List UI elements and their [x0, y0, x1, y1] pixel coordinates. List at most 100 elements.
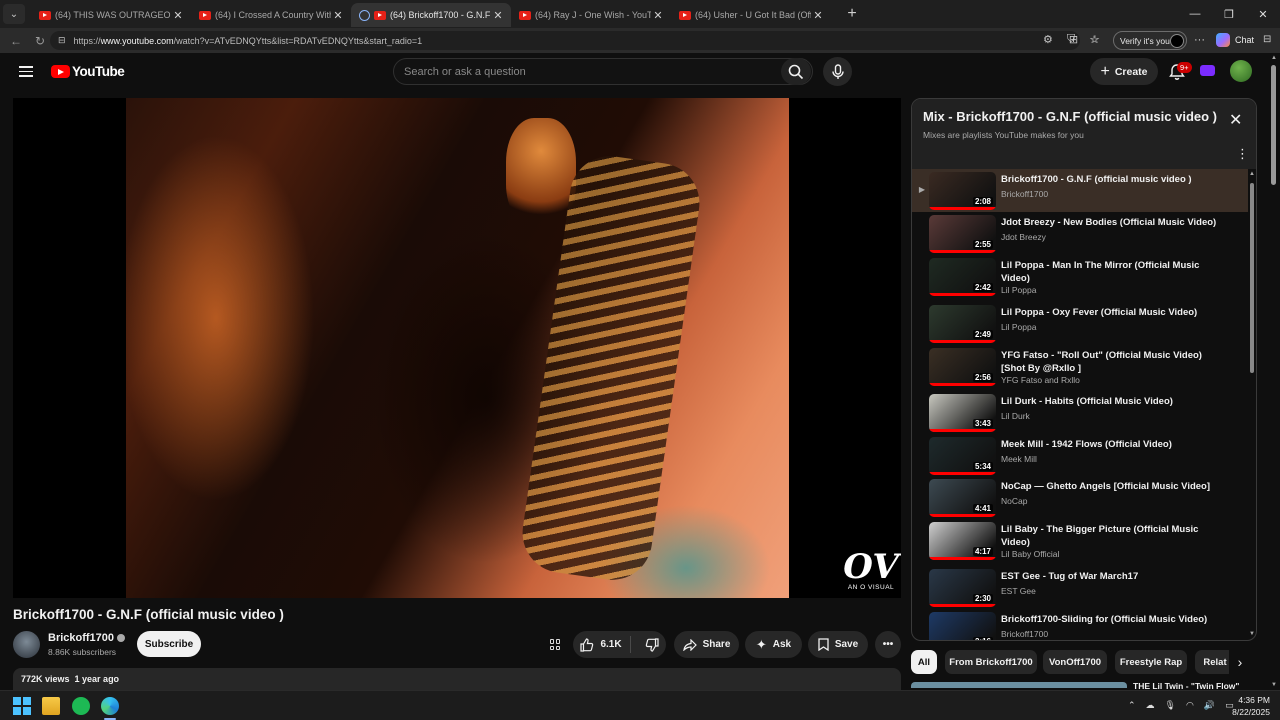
playlist-item[interactable]: 2:49 Lil Poppa - Oxy Fever (Official Musi…: [912, 302, 1248, 345]
new-tab-button[interactable]: +: [839, 5, 865, 23]
playlist-item-title[interactable]: NoCap — Ghetto Angels [Official Music Vi…: [1001, 480, 1221, 493]
page-scrollbar[interactable]: ▲ ▼: [1268, 53, 1280, 690]
playlist-item-title[interactable]: YFG Fatso - "Roll Out" (Official Music V…: [1001, 349, 1221, 375]
video-thumbnail[interactable]: 2:55: [929, 215, 996, 253]
video-thumbnail[interactable]: 5:34: [929, 437, 996, 475]
dislike-button[interactable]: [637, 637, 659, 652]
video-thumbnail[interactable]: 4:17: [929, 522, 996, 560]
address-bar[interactable]: ⊟ https://www.youtube.com/watch?v=ATvEDN…: [50, 31, 1080, 50]
page-scroll-down-icon[interactable]: ▼: [1271, 682, 1277, 688]
playlist-scrollbar[interactable]: ▲ ▼: [1249, 169, 1255, 639]
browser-tab[interactable]: (64) Ray J - One Wish - YouTube✕: [511, 3, 671, 27]
account-avatar[interactable]: [1230, 60, 1252, 82]
browser-tab[interactable]: (64) I Crossed A Country Without✕: [191, 3, 351, 27]
back-arrow-icon[interactable]: ←: [6, 34, 26, 48]
playlist-item[interactable]: 2:55 Jdot Breezy - New Bodies (Official M…: [912, 212, 1248, 255]
playlist-item[interactable]: 2:56 YFG Fatso - "Roll Out" (Official Mus…: [912, 345, 1248, 391]
playlist-item[interactable]: 4:17 Lil Baby - The Bigger Picture (Offic…: [912, 519, 1248, 566]
playlist-title[interactable]: Mix - Brickoff1700 - G.N.F (official mus…: [923, 109, 1217, 124]
playlist-item-title[interactable]: Lil Poppa - Man In The Mirror (Official …: [1001, 259, 1221, 285]
voice-search-button[interactable]: [823, 57, 852, 86]
video-thumbnail[interactable]: 2:08: [929, 172, 996, 210]
chips-next-chevron-icon[interactable]: ›: [1229, 650, 1251, 674]
playlist-item[interactable]: ▶ 2:08 Brickoff1700 - G.N.F (official musi…: [912, 169, 1248, 212]
tray-overflow-chevron-icon[interactable]: ⌃: [1128, 700, 1136, 711]
reload-icon[interactable]: ↻: [30, 34, 50, 48]
video-player[interactable]: OV AN O VISUAL: [13, 98, 901, 598]
tab-search-chevron-icon[interactable]: ⌄: [3, 4, 25, 24]
restore-icon[interactable]: ❐: [1212, 0, 1246, 28]
browser-tab[interactable]: (64) THIS WAS OUTRAGEOUS! Lo✕: [31, 3, 191, 27]
video-thumbnail[interactable]: 2:30: [929, 569, 996, 607]
playlist-item[interactable]: 3:43 Lil Durk - Habits (Official Music Vi…: [912, 391, 1248, 434]
next-video-title[interactable]: THE Lil Twin - "Twin Flow": [1133, 681, 1239, 689]
playlist-item-title[interactable]: Jdot Breezy - New Bodies (Official Music…: [1001, 216, 1221, 229]
extensions-icon[interactable]: ⚙: [1043, 33, 1053, 46]
playlist-item-title[interactable]: Meek Mill - 1942 Flows (Official Video): [1001, 438, 1221, 451]
taskbar-clock[interactable]: 4:36 PM 8/22/2025: [1226, 694, 1270, 718]
playlist-item[interactable]: 2:16 Brickoff1700-Sliding for (Official M…: [912, 609, 1248, 640]
minimize-icon[interactable]: —: [1178, 0, 1212, 28]
volume-icon[interactable]: 🔊: [1204, 700, 1215, 711]
video-thumbnail[interactable]: 2:56: [929, 348, 996, 386]
close-playlist-icon[interactable]: ✕: [1229, 113, 1242, 129]
favorites-icon[interactable]: ☆: [1089, 33, 1099, 46]
page-scrollbar-thumb[interactable]: [1271, 65, 1276, 185]
search-input[interactable]: Search or ask a question: [393, 58, 813, 85]
premium-icon[interactable]: [1200, 65, 1215, 76]
file-explorer-icon[interactable]: [42, 697, 60, 715]
filter-chip[interactable]: From Brickoff1700: [945, 650, 1037, 674]
scroll-down-icon[interactable]: ▼: [1249, 631, 1255, 637]
playlist-item[interactable]: 2:30 EST Gee - Tug of War March17 EST Gee: [912, 566, 1248, 609]
copilot-chat-button[interactable]: Chat: [1216, 33, 1254, 47]
spotify-icon[interactable]: [72, 697, 90, 715]
create-button[interactable]: + Create: [1090, 58, 1158, 85]
page-scroll-up-icon[interactable]: ▲: [1271, 55, 1277, 61]
browser-menu-icon[interactable]: ···: [1194, 34, 1205, 46]
scroll-up-icon[interactable]: ▲: [1249, 171, 1255, 177]
scrollbar-thumb[interactable]: [1250, 183, 1254, 373]
sidebar-toggle-icon[interactable]: ⊟: [1263, 34, 1271, 45]
playlist-item[interactable]: 2:42 Lil Poppa - Man In The Mirror (Offic…: [912, 255, 1248, 302]
browser-tab[interactable]: (64) Usher - U Got It Bad (Official V✕: [671, 3, 831, 27]
playlist-item[interactable]: 4:41 NoCap — Ghetto Angels [Official Musi…: [912, 476, 1248, 519]
hamburger-menu-icon[interactable]: [19, 66, 33, 77]
ask-button[interactable]: ✦ Ask: [745, 631, 802, 658]
filter-chip[interactable]: All: [911, 650, 937, 674]
edge-browser-icon[interactable]: [101, 697, 119, 715]
close-tab-icon[interactable]: ✕: [171, 9, 185, 22]
save-button[interactable]: Save: [808, 631, 868, 658]
video-thumbnail[interactable]: 2:49: [929, 305, 996, 343]
playlist-item-title[interactable]: Lil Poppa - Oxy Fever (Official Music Vi…: [1001, 306, 1221, 319]
playlist-menu-icon[interactable]: ⋮: [1236, 147, 1249, 160]
share-button[interactable]: Share: [674, 631, 739, 658]
search-button[interactable]: [781, 58, 811, 85]
video-thumbnail[interactable]: 2:16: [929, 612, 996, 640]
wifi-icon[interactable]: ◠: [1186, 700, 1194, 711]
next-video-thumbnail[interactable]: [911, 682, 1127, 688]
verify-profile-button[interactable]: Verify it's you: [1113, 31, 1187, 50]
close-tab-icon[interactable]: ✕: [491, 9, 505, 22]
playlist-item-title[interactable]: Lil Baby - The Bigger Picture (Official …: [1001, 523, 1221, 549]
video-thumbnail[interactable]: 2:42: [929, 258, 996, 296]
playlist-item-title[interactable]: Brickoff1700 - G.N.F (official music vid…: [1001, 173, 1221, 186]
close-tab-icon[interactable]: ✕: [651, 9, 665, 22]
windows-start-icon[interactable]: [13, 697, 31, 715]
browser-tab[interactable]: (64) Brickoff1700 - G.N.F (offic✕: [351, 3, 511, 27]
filter-chip[interactable]: Freestyle Rap: [1115, 650, 1187, 674]
channel-name[interactable]: Brickoff1700: [48, 632, 126, 644]
microphone-tray-icon[interactable]: 🎙: [1165, 700, 1176, 711]
playlist-item-title[interactable]: Brickoff1700-Sliding for (Official Music…: [1001, 613, 1221, 626]
video-thumbnail[interactable]: 4:41: [929, 479, 996, 517]
filter-chip[interactable]: VonOff1700: [1043, 650, 1107, 674]
site-info-icon[interactable]: ⊟: [58, 35, 66, 46]
playlist-item[interactable]: 5:34 Meek Mill - 1942 Flows (Official Vid…: [912, 434, 1248, 476]
close-window-icon[interactable]: ✕: [1246, 0, 1280, 28]
grid-view-icon[interactable]: [550, 639, 561, 650]
playlist-item-title[interactable]: EST Gee - Tug of War March17: [1001, 570, 1221, 583]
video-thumbnail[interactable]: 3:43: [929, 394, 996, 432]
youtube-logo[interactable]: YouTube: [51, 64, 125, 79]
like-button[interactable]: 6.1K: [580, 636, 631, 653]
close-tab-icon[interactable]: ✕: [811, 9, 825, 22]
subscribe-button[interactable]: Subscribe: [137, 631, 201, 657]
